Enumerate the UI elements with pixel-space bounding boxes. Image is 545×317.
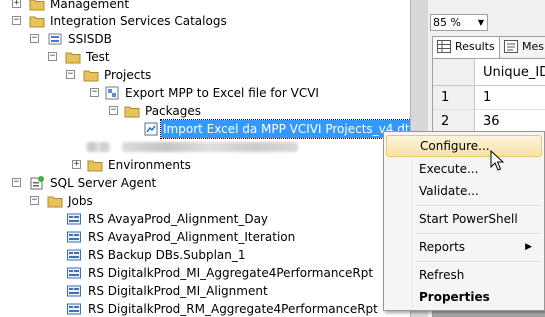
collapse-icon[interactable]: − (48, 52, 57, 61)
tab-label: Mes (522, 40, 544, 53)
collapse-icon[interactable]: − (109, 106, 118, 115)
tree-node-job[interactable]: RS Backup DBs.Subplan_1 (0, 246, 380, 264)
tree-node-label: Export MPP to Excel file for VCVI (125, 86, 319, 100)
job-icon (67, 267, 81, 279)
tree-node-label: Test (86, 50, 110, 64)
menu-item-validate[interactable]: Validate... (386, 180, 542, 202)
tree-node-jobs[interactable]: − Jobs (0, 192, 200, 210)
zoom-value: 85 % (433, 16, 461, 29)
submenu-arrow-icon: ▶ (525, 242, 532, 252)
folder-icon (65, 52, 81, 64)
tree-node-ssisdb[interactable]: − SSISDB (0, 30, 200, 48)
job-icon (67, 213, 81, 225)
job-icon (67, 249, 81, 261)
messages-icon (504, 40, 518, 53)
tree-node-label: Projects (104, 68, 152, 82)
tree-node-label: RS Backup DBs.Subplan_1 (88, 248, 246, 262)
tree-node-label: RS DigitalkProd_MI_Aggregate4Performance… (88, 266, 374, 280)
project-icon (105, 86, 119, 100)
tree-node-test[interactable]: − Test (0, 48, 200, 66)
redacted-text (122, 142, 298, 152)
tree-node-label: Environments (108, 158, 191, 172)
expand-icon[interactable]: + (72, 160, 81, 169)
package-icon (144, 122, 158, 136)
tree-node-environments[interactable]: + Environments (0, 156, 220, 174)
menu-item-label: Reports (419, 240, 466, 254)
zoom-dropdown[interactable]: 85 % ▼ (430, 14, 488, 31)
tree-node-job[interactable]: RS DigitalkProd_MI_Alignment (0, 282, 380, 300)
tab-messages[interactable]: Mes (499, 36, 545, 56)
menu-separator (416, 233, 541, 235)
tree-node-projects[interactable]: − Projects (0, 66, 200, 84)
folder-icon (29, 16, 45, 28)
tree-node-packages[interactable]: − Packages (0, 102, 220, 120)
grid-cell[interactable]: 1 (475, 86, 545, 110)
expand-icon[interactable]: + (12, 0, 21, 8)
tree-node-label: Integration Services Catalogs (50, 14, 227, 28)
tree-node-package[interactable]: Import Excel da MPP VCIVI Projects_v4.dt… (0, 119, 410, 139)
collapse-icon[interactable]: − (30, 34, 39, 43)
row-number[interactable]: 1 (433, 86, 475, 110)
tree-node-job[interactable]: RS DigitalkProd_MI_Aggregate4Performance… (0, 264, 380, 282)
menu-item-refresh[interactable]: Refresh (386, 264, 542, 286)
menu-item-start-powershell[interactable]: Start PowerShell (386, 208, 542, 230)
tree-node-label: RS DigitalkProd_MI_Alignment (88, 284, 268, 298)
folder-icon (83, 70, 99, 82)
tree-node-label: RS DigitalkProd_RM_Aggregate4Performance… (88, 302, 378, 316)
object-explorer-tree: + Management − Integration Services Cata… (0, 0, 410, 317)
collapse-icon[interactable]: − (66, 70, 75, 79)
job-icon (67, 231, 81, 243)
mouse-cursor-icon (490, 150, 504, 171)
tree-node-label: RS AvayaProd_Alignment_Iteration (88, 230, 296, 244)
tree-node-redacted (0, 138, 320, 156)
tree-node-job[interactable]: RS AvayaProd_Alignment_Day (0, 210, 380, 228)
tree-node-label: RS AvayaProd_Alignment_Day (88, 212, 269, 226)
tree-node-integration-services-catalogs[interactable]: − Integration Services Catalogs (0, 12, 260, 30)
collapse-icon[interactable]: − (12, 16, 21, 25)
menu-separator (416, 205, 541, 207)
tree-node-label: Import Excel da MPP VCIVI Projects_v4.dt… (160, 119, 410, 139)
chevron-down-icon: ▼ (477, 18, 485, 27)
context-menu: Configure... Execute... Validate... Star… (383, 131, 545, 311)
tree-node-label: Packages (145, 104, 201, 118)
menu-item-execute[interactable]: Execute... (386, 158, 542, 180)
results-tabs: Results Mes (432, 36, 545, 58)
menu-item-properties[interactable]: Properties (386, 286, 542, 308)
tree-node-project[interactable]: − Export MPP to Excel file for VCVI (0, 84, 330, 102)
tree-node-label: SSISDB (68, 32, 112, 46)
folder-icon (29, 0, 45, 11)
sql-agent-icon (30, 176, 44, 190)
menu-item-reports[interactable]: Reports ▶ (386, 236, 542, 258)
folder-icon (87, 160, 103, 172)
catalog-icon (48, 33, 62, 45)
menu-item-configure[interactable]: Configure... (386, 135, 542, 157)
folder-icon (47, 196, 63, 208)
tree-node-job[interactable]: RS AvayaProd_Alignment_Iteration (0, 228, 380, 246)
collapse-icon[interactable]: − (12, 178, 21, 187)
tree-node-label: Jobs (68, 194, 93, 208)
tab-label: Results (455, 40, 495, 53)
tree-node-job[interactable]: RS DigitalkProd_RM_Aggregate4Performance… (0, 300, 380, 317)
folder-icon (124, 106, 140, 118)
grid-corner[interactable] (433, 59, 475, 86)
tab-results[interactable]: Results (432, 36, 500, 58)
tree-node-sql-server-agent[interactable]: − SQL Server Agent (0, 174, 220, 192)
menu-separator (416, 261, 541, 263)
column-header[interactable]: Unique_ID (475, 59, 545, 86)
grid-icon (437, 40, 451, 53)
redacted-text (86, 142, 110, 152)
collapse-icon[interactable]: − (90, 88, 99, 97)
collapse-icon[interactable]: − (30, 196, 39, 205)
job-icon (67, 285, 81, 297)
tree-node-label: SQL Server Agent (50, 176, 157, 190)
job-icon (67, 303, 81, 315)
